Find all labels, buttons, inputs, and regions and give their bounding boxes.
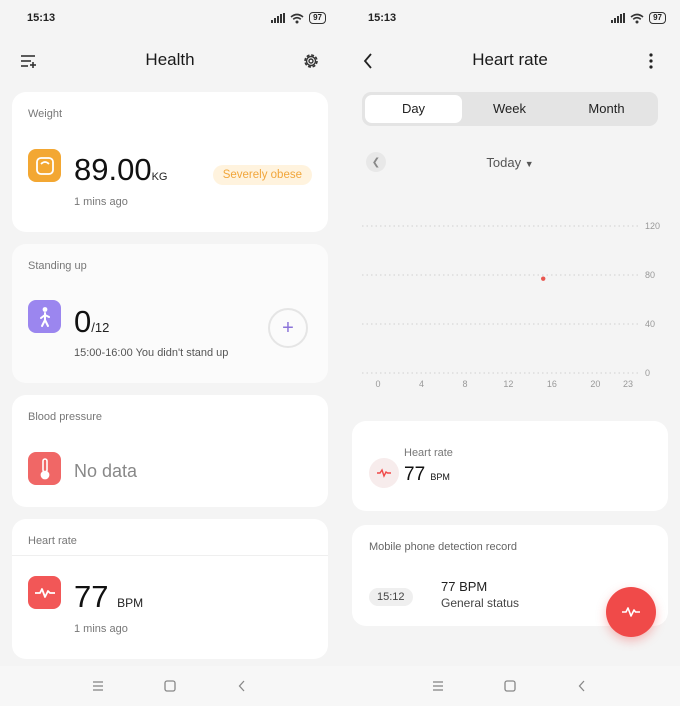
signal-icon [271,13,286,23]
thermometer-icon [28,452,61,485]
standing-person-icon [28,300,61,333]
measure-heart-rate-button[interactable] [606,587,656,637]
heart-rate-divider [12,555,328,556]
y-tick-label: 120 [645,221,660,231]
status-time: 15:13 [27,12,56,24]
weight-updated-time: 1 mins ago [74,196,128,208]
scale-icon [28,149,61,182]
x-tick-label: 8 [462,379,467,389]
status-time: 15:13 [368,12,397,24]
battery-indicator: 97 [309,12,326,24]
standing-value-row: 0/12 [74,304,109,340]
caret-down-icon: ▼ [524,159,534,169]
tab-week[interactable]: Week [461,95,558,123]
heart-rate-screen: 15:13 97 Heart rate Day Week Month ❮ Tod… [340,0,680,706]
menu-icon[interactable] [428,676,448,696]
heart-rate-value: 77 [74,579,109,614]
home-square-icon[interactable] [500,676,520,696]
signal-icon [611,13,626,23]
x-tick-label: 20 [590,379,600,389]
plus-icon: + [282,316,294,339]
system-nav-bar [0,666,340,706]
bmi-status-badge: Severely obese [212,165,312,185]
heart-rate-summary-card: Heart rate 77 BPM [352,421,668,511]
summary-unit: BPM [430,472,450,482]
x-tick-label: 4 [419,379,424,389]
health-screen: 15:13 97 Health Weight 89.00KG Severely … [0,0,340,706]
back-chevron-icon[interactable] [232,676,252,696]
settings-gear-icon[interactable] [300,50,322,72]
date-dropdown[interactable]: Today ▼ [340,155,680,170]
weight-card[interactable]: Weight 89.00KG Severely obese 1 mins ago [12,92,328,232]
heart-rate-unit: BPM [117,596,144,610]
add-standing-button[interactable]: + [268,308,308,348]
standing-label: Standing up [28,260,87,272]
weight-value: 89.00 [74,152,152,187]
system-nav-bar [340,666,680,706]
record-value: 77 BPM [441,579,488,594]
heart-rate-updated-time: 1 mins ago [74,623,128,635]
x-tick-label: 16 [547,379,557,389]
summary-value-row: 77 BPM [404,464,450,486]
period-tabs: Day Week Month [362,92,658,126]
status-icons: 97 [611,12,666,24]
y-tick-label: 0 [645,368,650,378]
heart-rate-card[interactable]: Heart rate 77 BPM 1 mins ago [12,519,328,659]
weight-label: Weight [28,108,63,120]
standing-value: 0 [74,304,92,339]
record-status: General status [441,596,520,610]
status-icons: 97 [271,12,326,24]
date-selector: ❮ Today ▼ [340,150,680,174]
standing-goal: /12 [91,320,110,335]
menu-icon[interactable] [88,676,108,696]
weight-value-row: 89.00KG [74,152,167,188]
standing-card[interactable]: Standing up 0/12 + 15:00-16:00 You didn'… [12,244,328,383]
record-time: 15:12 [369,588,413,606]
x-tick-label: 12 [503,379,513,389]
wifi-icon [630,13,644,23]
heart-rate-label: Heart rate [28,535,77,547]
weight-unit: KG [151,171,168,183]
heartbeat-icon [28,576,61,609]
summary-value: 77 [404,464,426,485]
heart-rate-chart: 120 80 40 0 0 4 8 12 16 20 23 [362,221,660,389]
status-bar: 15:13 97 [0,0,340,36]
blood-pressure-label: Blood pressure [28,411,102,423]
page-title: Heart rate [472,50,548,69]
y-tick-label: 80 [645,270,655,280]
heart-rate-value-row: 77 BPM [74,579,143,615]
tab-day[interactable]: Day [365,95,462,123]
app-bar: Heart rate [340,40,680,80]
wifi-icon [290,13,304,23]
standing-detail: 15:00-16:00 You didn't stand up [74,347,229,359]
y-tick-label: 40 [645,319,655,329]
status-bar: 15:13 97 [340,0,680,36]
heart-rate-point[interactable] [541,276,546,281]
record-title: Mobile phone detection record [369,541,517,553]
date-label: Today [486,155,522,170]
x-tick-label: 0 [375,379,380,389]
summary-label: Heart rate [404,447,453,459]
heartbeat-icon [369,458,399,488]
home-square-icon[interactable] [160,676,180,696]
blood-pressure-card[interactable]: Blood pressure No data [12,395,328,507]
more-vertical-icon[interactable] [640,50,662,72]
app-bar: Health [0,40,340,80]
battery-indicator: 97 [649,12,666,24]
x-tick-label: 23 [623,379,633,389]
tab-month[interactable]: Month [558,95,655,123]
back-chevron-icon[interactable] [572,676,592,696]
page-title: Health [145,50,195,69]
heartbeat-icon [622,607,640,617]
blood-pressure-value: No data [74,461,138,481]
